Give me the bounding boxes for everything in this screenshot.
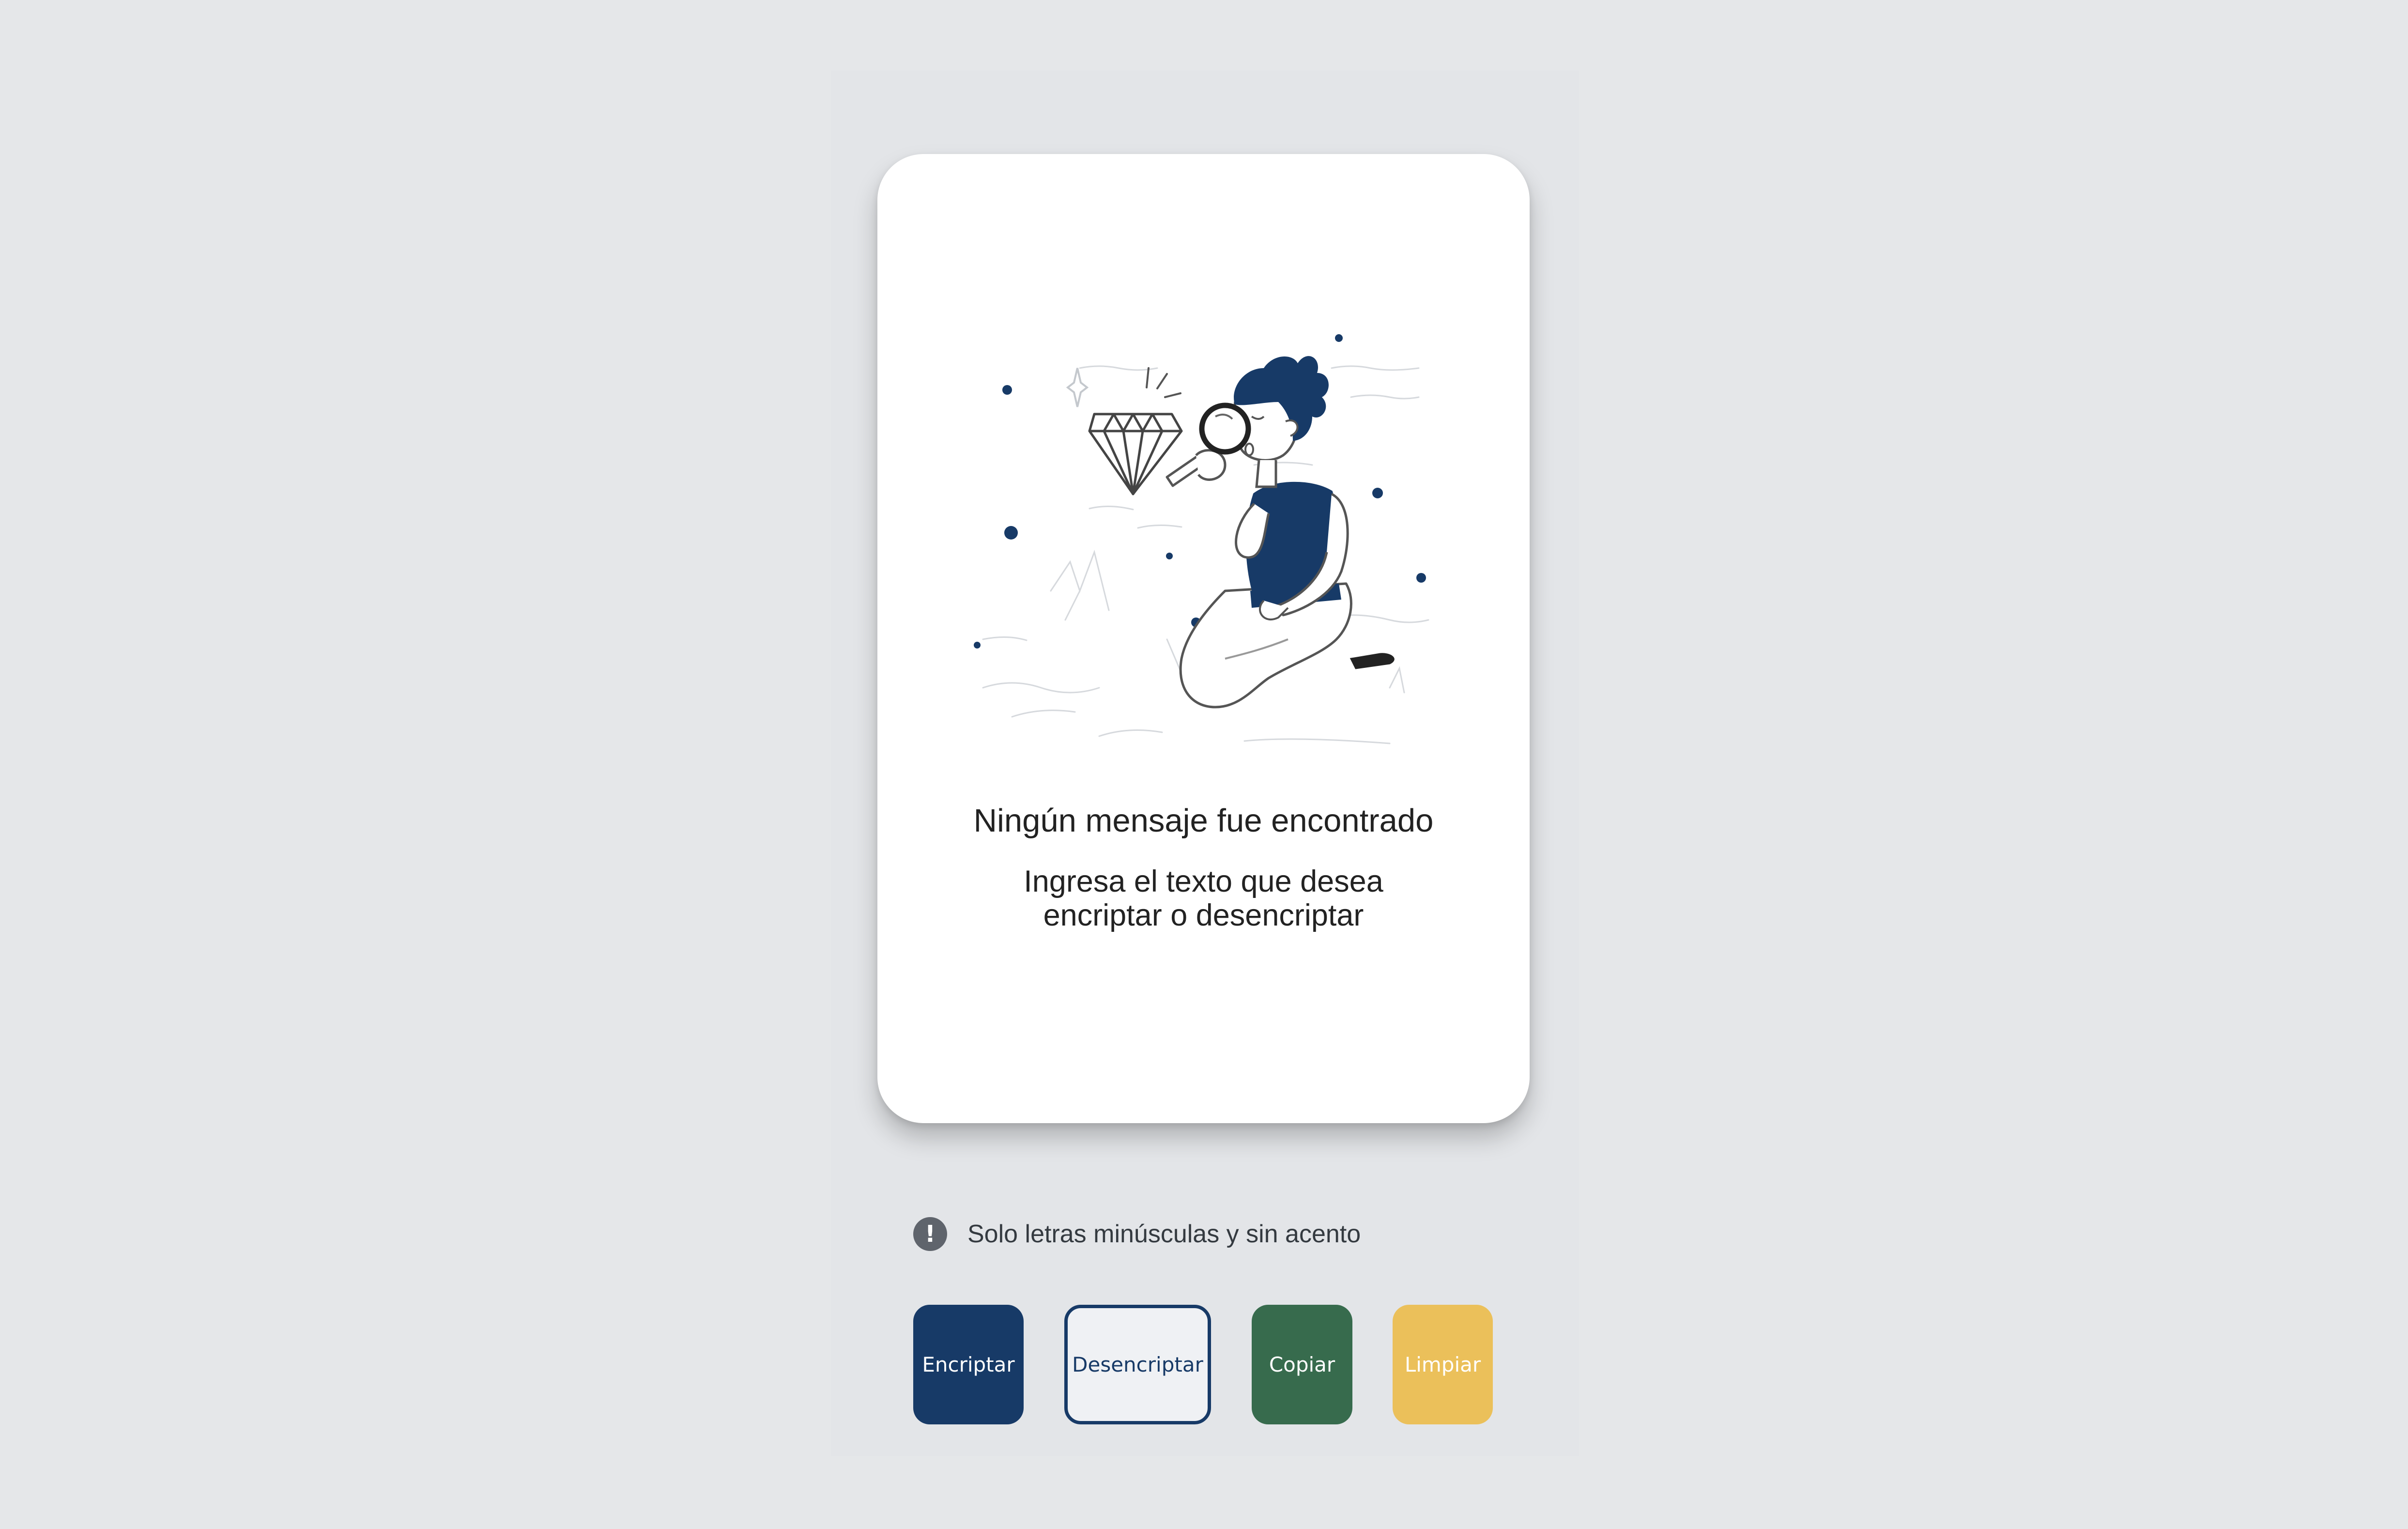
decrypt-button[interactable]: Desencriptar	[1064, 1305, 1211, 1424]
magnifier-diamond-illustration	[974, 334, 1429, 744]
exclamation-circle-icon: !	[913, 1217, 947, 1251]
clear-button[interactable]: Limpiar	[1393, 1305, 1493, 1424]
encrypt-button[interactable]: Encriptar	[913, 1305, 1024, 1424]
input-hint: ! Solo letras minúsculas y sin acento	[913, 1215, 1361, 1253]
hint-text: Solo letras minúsculas y sin acento	[967, 1220, 1361, 1248]
empty-state-title: Ningún mensaje fue encontrado	[973, 803, 1434, 839]
copy-button[interactable]: Copiar	[1252, 1305, 1352, 1424]
empty-state-subtitle: Ingresa el texto que desea encriptar o d…	[1024, 865, 1383, 932]
